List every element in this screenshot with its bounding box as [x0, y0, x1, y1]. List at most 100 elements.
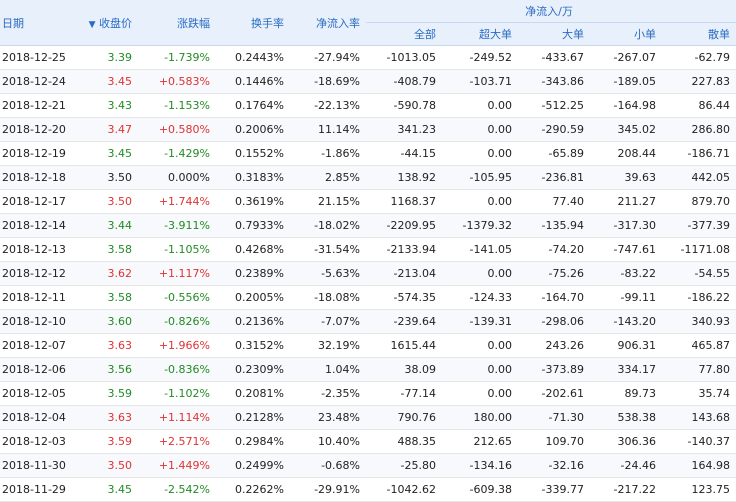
cell-net-all: 1168.37: [366, 189, 442, 214]
table-row[interactable]: 2018-12-03 3.59 +2.571% 0.2984% 10.40% 488.35…: [0, 429, 736, 454]
cell-net-xl: 0.00: [442, 381, 518, 406]
cell-net-l: -512.25: [518, 93, 590, 118]
cell-turnover: 0.2309%: [216, 357, 290, 382]
table-row[interactable]: 2018-12-05 3.59 -1.102% 0.2081% -2.35% -77.14…: [0, 381, 736, 406]
col-turnover-header[interactable]: 换手率: [216, 0, 290, 46]
cell-net-r: -186.22: [662, 285, 736, 310]
cell-close: 3.58: [82, 237, 138, 262]
cell-net-rate: -22.13%: [290, 93, 366, 118]
cell-net-l: 243.26: [518, 333, 590, 358]
col-xl-header[interactable]: 超大单: [442, 22, 518, 46]
cell-net-xl: 212.65: [442, 429, 518, 454]
cell-turnover: 0.2081%: [216, 381, 290, 406]
cell-net-xl: 0.00: [442, 93, 518, 118]
cell-net-all: -213.04: [366, 261, 442, 286]
table-row[interactable]: 2018-12-24 3.45 +0.583% 0.1446% -18.69% -408.…: [0, 69, 736, 94]
table-row[interactable]: 2018-12-18 3.50 0.000% 0.3183% 2.85% 138.92 -1…: [0, 165, 736, 190]
net-flow-group-header: 净流入/万: [366, 0, 736, 23]
col-all-label: 全部: [414, 28, 436, 41]
fund-flow-table: 日期 ▼ 收盘价 涨跌幅 换手率 净流入率 净流入/万 全部 超大单 大单 小单: [0, 0, 736, 502]
cell-turnover: 0.2006%: [216, 117, 290, 142]
table-row[interactable]: 2018-12-12 3.62 +1.117% 0.2389% -5.63% -213.0…: [0, 261, 736, 286]
col-close-header[interactable]: ▼ 收盘价: [82, 0, 138, 46]
table-row[interactable]: 2018-12-10 3.60 -0.826% 0.2136% -7.07% -239.6…: [0, 309, 736, 334]
cell-net-xl: 0.00: [442, 117, 518, 142]
cell-net-r: -54.55: [662, 261, 736, 286]
cell-date: 2018-12-11: [0, 285, 82, 310]
cell-net-all: -25.80: [366, 453, 442, 478]
cell-net-all: 138.92: [366, 165, 442, 190]
cell-net-l: -236.81: [518, 165, 590, 190]
cell-turnover: 0.2136%: [216, 309, 290, 334]
col-s-header[interactable]: 小单: [590, 22, 662, 46]
cell-net-rate: 32.19%: [290, 333, 366, 358]
cell-change: -3.911%: [138, 213, 216, 238]
cell-net-s: -83.22: [590, 261, 662, 286]
cell-net-s: 538.38: [590, 405, 662, 430]
cell-turnover: 0.7933%: [216, 213, 290, 238]
cell-net-r: 123.75: [662, 477, 736, 502]
cell-net-l: -74.20: [518, 237, 590, 262]
cell-change: -1.102%: [138, 381, 216, 406]
cell-close: 3.45: [82, 477, 138, 502]
table-row[interactable]: 2018-12-21 3.43 -1.153% 0.1764% -22.13% -590.…: [0, 93, 736, 118]
cell-net-r: 227.83: [662, 69, 736, 94]
col-all-header[interactable]: 全部: [366, 22, 442, 46]
table-row[interactable]: 2018-12-07 3.63 +1.966% 0.3152% 32.19% 1615.4…: [0, 333, 736, 358]
col-r-header[interactable]: 散单: [662, 22, 736, 46]
table-row[interactable]: 2018-12-25 3.39 -1.739% 0.2443% -27.94% -1013…: [0, 45, 736, 70]
table-row[interactable]: 2018-12-11 3.58 -0.556% 0.2005% -18.08% -574.…: [0, 285, 736, 310]
cell-net-all: 1615.44: [366, 333, 442, 358]
cell-net-xl: 0.00: [442, 333, 518, 358]
table-row[interactable]: 2018-11-30 3.50 +1.449% 0.2499% -0.68% -25.80…: [0, 453, 736, 478]
cell-net-all: -1042.62: [366, 477, 442, 502]
cell-close: 3.60: [82, 309, 138, 334]
cell-close: 3.45: [82, 69, 138, 94]
cell-net-r: -62.79: [662, 45, 736, 70]
cell-close: 3.47: [82, 117, 138, 142]
cell-net-rate: -18.08%: [290, 285, 366, 310]
arrow-down-icon[interactable]: ▼: [89, 20, 96, 30]
cell-net-all: -1013.05: [366, 45, 442, 70]
cell-net-xl: 0.00: [442, 189, 518, 214]
cell-date: 2018-12-17: [0, 189, 82, 214]
cell-close: 3.50: [82, 165, 138, 190]
table-row[interactable]: 2018-12-17 3.50 +1.744% 0.3619% 21.15% 1168.3…: [0, 189, 736, 214]
cell-turnover: 0.2443%: [216, 45, 290, 70]
cell-net-all: 790.76: [366, 405, 442, 430]
table-row[interactable]: 2018-11-29 3.45 -2.542% 0.2262% -29.91% -1042…: [0, 477, 736, 502]
cell-net-l: -202.61: [518, 381, 590, 406]
table-row[interactable]: 2018-12-19 3.45 -1.429% 0.1552% -1.86% -44.15…: [0, 141, 736, 166]
cell-net-r: -186.71: [662, 141, 736, 166]
table-row[interactable]: 2018-12-14 3.44 -3.911% 0.7933% -18.02% -2209…: [0, 213, 736, 238]
cell-net-all: -2133.94: [366, 237, 442, 262]
cell-change: +1.966%: [138, 333, 216, 358]
cell-date: 2018-12-25: [0, 45, 82, 70]
cell-date: 2018-12-12: [0, 261, 82, 286]
cell-net-l: -135.94: [518, 213, 590, 238]
cell-net-l: -32.16: [518, 453, 590, 478]
col-date-header[interactable]: 日期: [0, 0, 82, 46]
cell-net-rate: -29.91%: [290, 477, 366, 502]
cell-close: 3.43: [82, 93, 138, 118]
cell-net-s: 89.73: [590, 381, 662, 406]
col-net-rate-header[interactable]: 净流入率: [290, 0, 366, 46]
cell-net-r: 143.68: [662, 405, 736, 430]
cell-net-all: -408.79: [366, 69, 442, 94]
col-change-header[interactable]: 涨跌幅: [138, 0, 216, 46]
table-row[interactable]: 2018-12-20 3.47 +0.580% 0.2006% 11.14% 341.23…: [0, 117, 736, 142]
cell-net-s: -24.46: [590, 453, 662, 478]
cell-change: -0.836%: [138, 357, 216, 382]
table-row[interactable]: 2018-12-13 3.58 -1.105% 0.4268% -31.54% -2133…: [0, 237, 736, 262]
cell-net-xl: -139.31: [442, 309, 518, 334]
cell-net-all: -77.14: [366, 381, 442, 406]
table-row[interactable]: 2018-12-04 3.63 +1.114% 0.2128% 23.48% 790.76…: [0, 405, 736, 430]
col-l-header[interactable]: 大单: [518, 22, 590, 46]
cell-net-rate: 21.15%: [290, 189, 366, 214]
cell-date: 2018-11-30: [0, 453, 82, 478]
cell-net-s: -267.07: [590, 45, 662, 70]
cell-close: 3.45: [82, 141, 138, 166]
cell-change: +1.114%: [138, 405, 216, 430]
cell-net-r: 442.05: [662, 165, 736, 190]
table-row[interactable]: 2018-12-06 3.56 -0.836% 0.2309% 1.04% 38.09 0.…: [0, 357, 736, 382]
